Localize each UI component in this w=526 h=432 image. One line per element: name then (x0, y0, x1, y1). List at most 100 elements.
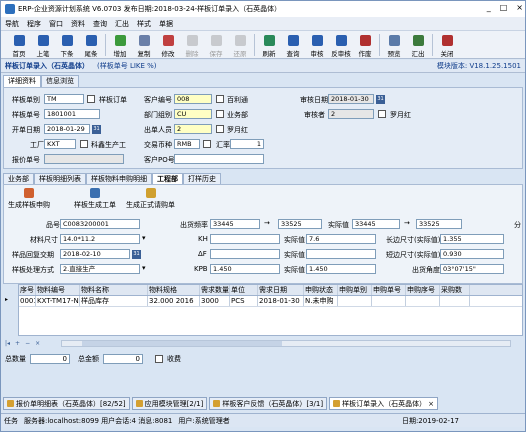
column-header[interactable]: 需求数量 (200, 285, 230, 295)
column-header[interactable]: 申购单号 (372, 285, 406, 295)
table-cell[interactable]: 3000 (200, 296, 230, 306)
toolbar-button-7[interactable]: 删除 (180, 32, 204, 58)
table-cell[interactable]: 0001 (19, 296, 36, 306)
column-header[interactable]: 序号 (19, 285, 36, 295)
measured-to-input[interactable]: 33525 (416, 219, 462, 229)
menu-item-style[interactable]: 样式 (137, 19, 151, 29)
scroll-thumb[interactable] (82, 341, 282, 346)
chevron-down-icon[interactable]: ▾ (142, 264, 146, 272)
toolbar-button-2[interactable]: 下条 (55, 32, 79, 58)
column-header[interactable]: 单位 (230, 285, 258, 295)
menu-item-program[interactable]: 程序 (27, 19, 41, 29)
toolbar-button-16[interactable]: 汇出 (406, 32, 430, 58)
material-size-input[interactable]: 14.0*11.2 (60, 234, 140, 244)
calendar-icon[interactable]: 31 (376, 95, 385, 104)
customer-po-input[interactable] (174, 154, 264, 164)
toolbar-button-13[interactable]: 反审核 (329, 32, 353, 58)
task-button[interactable]: 任务 (4, 416, 18, 426)
factory-input[interactable]: KXT (44, 139, 76, 149)
toolbar-button-9[interactable]: 还原 (228, 32, 252, 58)
length-input[interactable]: 1.355 (440, 234, 504, 244)
tab-sample-history[interactable]: 打样历史 (183, 173, 221, 184)
menu-item-nav[interactable]: 导航 (5, 19, 19, 29)
menu-item-export[interactable]: 汇出 (115, 19, 129, 29)
lookup-icon[interactable] (203, 140, 211, 148)
df-input[interactable] (210, 249, 280, 259)
toolbar-button-14[interactable]: 作废 (353, 32, 377, 58)
lookup-icon[interactable] (378, 110, 386, 118)
tab-material-purchase[interactable]: 样板物料申购明细 (86, 173, 152, 184)
toolbar-button-0[interactable]: 首页 (7, 32, 31, 58)
menu-item-query[interactable]: 查询 (93, 19, 107, 29)
measured-input[interactable]: 33445 (352, 219, 400, 229)
toolbar-button-5[interactable]: 复制 (132, 32, 156, 58)
close-icon[interactable]: × (428, 398, 434, 410)
toolbar-button-3[interactable]: 尾条 (79, 32, 103, 58)
calendar-icon[interactable]: 31 (92, 125, 101, 134)
customer-no-input[interactable]: 008 (174, 94, 212, 104)
kh-actual-input[interactable]: 7.6 (306, 234, 376, 244)
column-header[interactable]: 申购序号 (406, 285, 440, 295)
tab-engineering[interactable]: 工程部 (152, 173, 183, 184)
sample-no-input[interactable]: 1801001 (44, 109, 100, 119)
table-cell[interactable] (338, 296, 372, 306)
add-record-icon[interactable]: + (15, 340, 20, 347)
salesman-input[interactable]: 2 (174, 124, 212, 134)
tab-sample-list[interactable]: 样板明细列表 (34, 173, 86, 184)
column-header[interactable]: 申购状态 (304, 285, 338, 295)
reply-date-input[interactable]: 2018-02-10 (60, 249, 130, 259)
column-header[interactable]: 申购单别 (338, 285, 372, 295)
currency-input[interactable]: RMB (174, 139, 200, 149)
table-cell[interactable] (406, 296, 440, 306)
lookup-icon[interactable] (80, 140, 88, 148)
dept-input[interactable]: CU (174, 109, 212, 119)
table-cell[interactable]: 32.000 2016 (148, 296, 200, 306)
sample-type-input[interactable]: TM (44, 94, 84, 104)
kh-input[interactable] (210, 234, 280, 244)
lookup-icon[interactable] (216, 125, 224, 133)
minimize-button[interactable]: _ (487, 3, 491, 12)
table-cell[interactable]: 2018-01-30 (258, 296, 304, 306)
column-header[interactable]: 物料规格 (148, 285, 200, 295)
rate-input[interactable]: 1 (230, 139, 264, 149)
cancel-record-icon[interactable]: × (35, 340, 40, 347)
toolbar-button-11[interactable]: 查询 (281, 32, 305, 58)
table-cell[interactable] (372, 296, 406, 306)
part-no-input[interactable]: C0083200001 (60, 219, 140, 229)
lookup-icon[interactable] (216, 110, 224, 118)
task-module-manager[interactable]: 应用模块管理[2/1] (131, 397, 208, 410)
freq-to-input[interactable]: 33525 (278, 219, 322, 229)
generate-sample-purchase-button[interactable]: 生成样板申购 (8, 188, 50, 210)
menu-item-data[interactable]: 资料 (71, 19, 85, 29)
toolbar-button-1[interactable]: 上笔 (31, 32, 55, 58)
table-cell[interactable]: KXT-TM17-N2 (36, 296, 80, 306)
task-customer-feedback[interactable]: 样板客户反馈（石英晶体）[3/1] (209, 397, 328, 410)
tax-checkbox[interactable] (155, 355, 163, 363)
toolbar-button-6[interactable]: 修改 (156, 32, 180, 58)
table-cell[interactable] (440, 296, 470, 306)
table-cell[interactable]: 样品库存 (80, 296, 148, 306)
close-button[interactable]: × (516, 3, 523, 12)
first-record-icon[interactable]: |◂ (5, 340, 10, 347)
table-row[interactable]: 0001KXT-TM17-N2样品库存32.000 20163000PCS201… (19, 296, 522, 307)
toolbar-button-15[interactable]: 预览 (382, 32, 406, 58)
menu-item-bill[interactable]: 单据 (159, 19, 173, 29)
menu-item-window[interactable]: 窗口 (49, 19, 63, 29)
table-cell[interactable]: N.未申购 (304, 296, 338, 306)
toolbar-button-8[interactable]: 保存 (204, 32, 228, 58)
kpb-input[interactable]: 1.450 (210, 264, 280, 274)
lookup-icon[interactable] (216, 95, 224, 103)
toolbar-button-4[interactable]: 增加 (108, 32, 132, 58)
freq-input[interactable]: 33445 (210, 219, 260, 229)
maximize-button[interactable]: □ (500, 3, 508, 12)
toolbar-button-10[interactable]: 刷新 (257, 32, 281, 58)
process-select[interactable]: 2.直接生产 (60, 264, 140, 274)
delete-record-icon[interactable]: − (25, 340, 30, 347)
toolbar-button-12[interactable]: 审核 (305, 32, 329, 58)
toolbar-button-17[interactable]: 关闭 (435, 32, 459, 58)
open-date-input[interactable]: 2018-01-29 (44, 124, 90, 134)
chevron-down-icon[interactable]: ▾ (142, 234, 146, 242)
tab-business[interactable]: 业务部 (3, 173, 34, 184)
quote-no-input[interactable] (44, 154, 124, 164)
generate-requisition-button[interactable]: 生成正式请购单 (126, 188, 175, 210)
